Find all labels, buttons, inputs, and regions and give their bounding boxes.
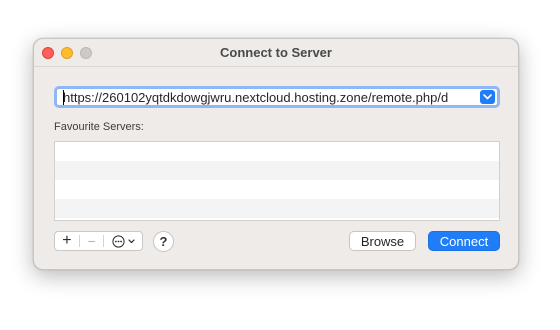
favourite-servers-label: Favourite Servers: [54,121,144,133]
favourite-servers-list[interactable] [54,141,500,221]
list-item[interactable] [55,142,499,161]
list-item[interactable] [55,180,499,199]
window-title: Connect to Server [220,45,332,60]
server-address-input[interactable]: https://260102yqtdkdowgjwru.nextcloud.ho… [54,86,500,108]
list-item[interactable] [55,199,499,218]
add-favourite-button[interactable]: + [55,232,79,250]
connect-button[interactable]: Connect [428,231,500,251]
favourites-toolbar: + − [54,231,143,251]
title-bar: Connect to Server [34,39,518,67]
more-actions-button[interactable] [104,232,142,250]
ellipsis-circle-icon [112,234,125,248]
list-item[interactable] [55,161,499,180]
chevron-down-icon [128,238,135,243]
text-cursor [63,90,64,105]
server-address-value[interactable]: https://260102yqtdkdowgjwru.nextcloud.ho… [63,90,473,105]
recent-servers-dropdown-button[interactable] [480,90,495,104]
browse-button[interactable]: Browse [349,231,416,251]
help-button[interactable]: ? [153,231,174,252]
connect-to-server-window: Connect to Server https://260102yqtdkdow… [33,38,519,270]
chevron-down-icon [483,94,492,100]
remove-favourite-button[interactable]: − [80,232,104,250]
